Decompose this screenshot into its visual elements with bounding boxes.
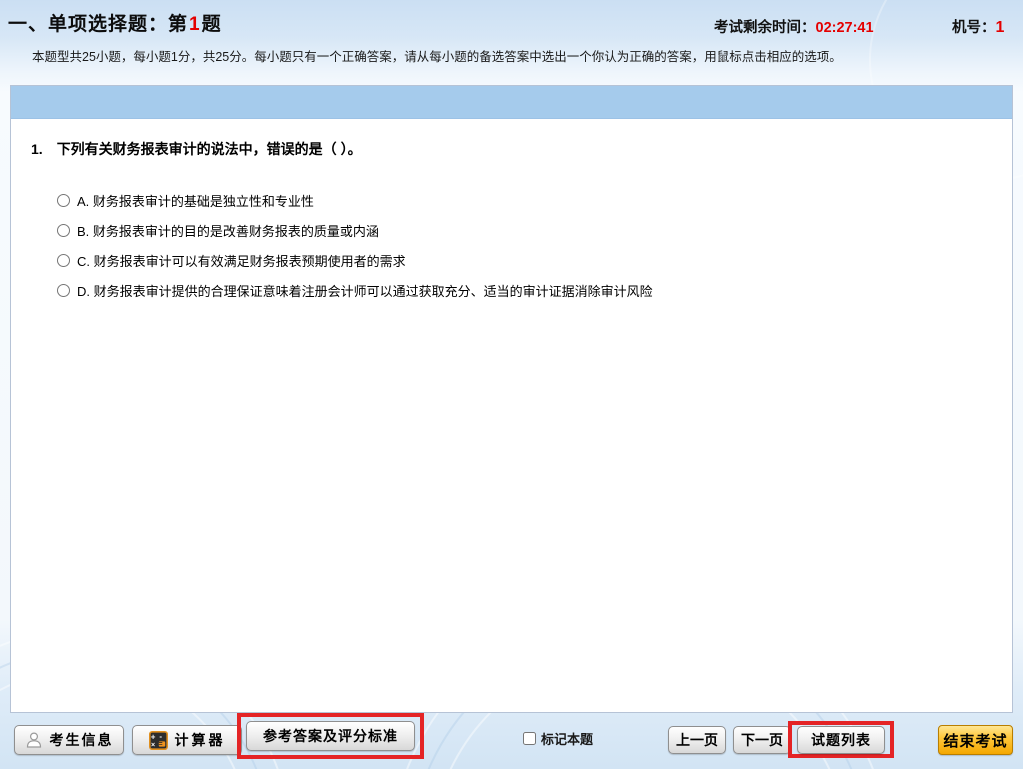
person-icon bbox=[25, 731, 43, 749]
option-a[interactable]: A. 财务报表审计的基础是独立性和专业性 bbox=[57, 185, 1012, 215]
option-d-radio[interactable] bbox=[57, 284, 70, 297]
svg-text:×: × bbox=[151, 741, 158, 748]
page-title: 一、单项选择题：第1题 bbox=[8, 9, 222, 36]
option-b-radio[interactable] bbox=[57, 224, 70, 237]
timer-value: 02:27:41 bbox=[816, 20, 874, 36]
machine-value: 1 bbox=[996, 19, 1005, 36]
calculator-button[interactable]: + - × = 计算器 bbox=[132, 725, 242, 755]
next-page-button[interactable]: 下一页 bbox=[733, 726, 791, 754]
exam-timer: 考试剩余时间：02:27:41 bbox=[714, 16, 874, 37]
option-d[interactable]: D. 财务报表审计提供的合理保证意味着注册会计师可以通过获取充分、适当的审计证据… bbox=[57, 275, 1012, 305]
timer-label: 考试剩余时间： bbox=[714, 20, 816, 36]
option-a-label: A. 财务报表审计的基础是独立性和专业性 bbox=[77, 191, 314, 210]
option-b[interactable]: B. 财务报表审计的目的是改善财务报表的质量或内涵 bbox=[57, 215, 1012, 245]
option-c-radio[interactable] bbox=[57, 254, 70, 267]
prev-page-button[interactable]: 上一页 bbox=[668, 726, 726, 754]
svg-text:+: + bbox=[150, 732, 158, 741]
svg-text:=: = bbox=[158, 740, 165, 747]
option-c[interactable]: C. 财务报表审计可以有效满足财务报表预期使用者的需求 bbox=[57, 245, 1012, 275]
option-b-label: B. 财务报表审计的目的是改善财务报表的质量或内涵 bbox=[77, 221, 379, 240]
exam-page: 一、单项选择题：第1题 本题型共25小题，每小题1分，共25分。每小题只有一个正… bbox=[0, 0, 1023, 769]
highlight-box-reference-answer: 参考答案及评分标准 bbox=[237, 713, 424, 759]
question-number: 1. bbox=[31, 141, 43, 157]
candidate-info-label: 考生信息 bbox=[50, 730, 114, 750]
calculator-icon: + - × = bbox=[149, 731, 168, 750]
finish-exam-button[interactable]: 结束考试 bbox=[938, 725, 1013, 755]
highlight-box-question-list: 试题列表 bbox=[788, 721, 894, 758]
question-panel: 1. 下列有关财务报表审计的说法中，错误的是（ ）。 A. 财务报表审计的基础是独… bbox=[10, 85, 1013, 713]
option-a-radio[interactable] bbox=[57, 194, 70, 207]
section-instructions: 本题型共25小题，每小题1分，共25分。每小题只有一个正确答案，请从每小题的备选… bbox=[32, 46, 842, 65]
question-list-button[interactable]: 试题列表 bbox=[797, 726, 885, 754]
mark-question-label: 标记本题 bbox=[541, 729, 593, 748]
question-text-line: 1. 下列有关财务报表审计的说法中，错误的是（ ）。 bbox=[31, 139, 1012, 159]
section-title-prefix: 一、单项选择题：第 bbox=[8, 14, 188, 35]
options-list: A. 财务报表审计的基础是独立性和专业性 B. 财务报表审计的目的是改善财务报表… bbox=[57, 185, 1012, 305]
panel-header-bar bbox=[11, 86, 1012, 119]
current-question-number: 1 bbox=[188, 14, 202, 35]
mark-question-row[interactable]: 标记本题 bbox=[523, 729, 593, 748]
option-d-label: D. 财务报表审计提供的合理保证意味着注册会计师可以通过获取充分、适当的审计证据… bbox=[77, 281, 653, 300]
question-text: 下列有关财务报表审计的说法中，错误的是（ ）。 bbox=[57, 141, 362, 157]
candidate-info-button[interactable]: 考生信息 bbox=[14, 725, 124, 755]
mark-question-checkbox[interactable] bbox=[523, 732, 536, 745]
machine-label: 机号： bbox=[952, 20, 996, 36]
option-c-label: C. 财务报表审计可以有效满足财务报表预期使用者的需求 bbox=[77, 251, 406, 270]
machine-number: 机号：1 bbox=[952, 16, 1004, 37]
reference-answer-button[interactable]: 参考答案及评分标准 bbox=[246, 721, 415, 751]
calculator-label: 计算器 bbox=[175, 730, 226, 750]
section-title-suffix: 题 bbox=[202, 14, 222, 35]
